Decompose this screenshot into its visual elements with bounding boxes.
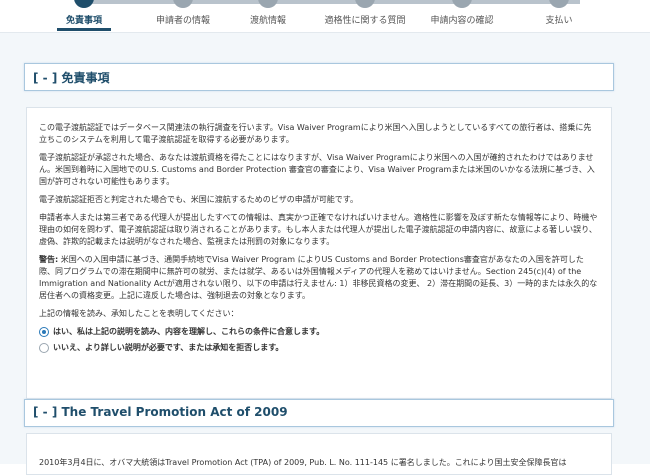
step-number: 6 [549, 0, 569, 8]
warning-paragraph: 警告: 米国への入国申請に基づき、通関手続地でVisa Waiver Progr… [39, 254, 599, 302]
step-number: 3 [258, 0, 278, 8]
main-content: [ - ] 免責事項 この電子渡航認証ではデータベース関連法の執行調査を行います… [0, 33, 650, 475]
collapse-toggle[interactable]: [ - ] [33, 405, 57, 419]
step-label: 申請内容の確認 [430, 16, 494, 26]
section-header-tpa[interactable]: [ - ] The Travel Promotion Act of 2009 [24, 399, 614, 427]
progress-steps: 1 免責事項 2 申請者の情報 3 渡航情報 4 適格性に関する質問 5 申請内… [0, 0, 650, 33]
step-label: 免責事項 [65, 16, 102, 26]
step-number: 1 [74, 0, 94, 8]
disclaimer-card: この電子渡航認証ではデータベース関連法の執行調査を行います。Visa Waive… [26, 107, 612, 399]
step-label: 支払い [545, 16, 573, 26]
section-title-text: 免責事項 [61, 71, 110, 85]
warning-text: 米国への入国申請に基づき、通関手続地でVisa Waiver Program に… [39, 255, 598, 300]
confirm-prompt: 上記の情報を読み、承知したことを表明してください： [39, 309, 239, 318]
step-number: 4 [355, 0, 375, 8]
step-number: 2 [173, 0, 193, 8]
disclaimer-paragraph: 電子渡航認証拒否と判定された場合でも、米国に渡航するためのビザの申請が可能です。 [39, 195, 358, 204]
option-decline-label[interactable]: いいえ、より詳しい説明が必要です、または承知を拒否します。 [53, 342, 283, 354]
tpa-card: 2010年3月4日に、オバマ大統領はTravel Promotion Act (… [26, 433, 612, 475]
radio-agree[interactable] [39, 327, 49, 337]
progress-track [80, 0, 580, 4]
disclaimer-paragraph: 電子渡航認証が承認された場合、あなたは渡航資格を得たことにはなりますが、Visa… [39, 153, 595, 186]
section-header-disclaimer[interactable]: [ - ] 免責事項 [24, 63, 614, 91]
section-title: [ - ] 免責事項 [33, 69, 110, 86]
option-agree-label[interactable]: はい、私は上記の説明を読み、内容を理解し、これらの条件に合意します。 [53, 326, 324, 338]
disclaimer-paragraph: 申請者本人または第三者である代理人が提出したすべての情報は、真実かつ正確でなけれ… [39, 213, 598, 246]
disclaimer-paragraph: この電子渡航認証ではデータベース関連法の執行調査を行います。Visa Waive… [39, 123, 592, 144]
option-agree[interactable]: はい、私は上記の説明を読み、内容を理解し、これらの条件に合意します。 [39, 326, 599, 338]
step-label: 渡航情報 [249, 16, 286, 26]
active-step-underline [57, 28, 111, 31]
collapse-toggle[interactable]: [ - ] [33, 71, 57, 85]
step-label: 適格性に関する質問 [324, 16, 406, 26]
option-decline[interactable]: いいえ、より詳しい説明が必要です、または承知を拒否します。 [39, 342, 599, 354]
radio-decline[interactable] [39, 343, 49, 353]
warning-label: 警告: [39, 255, 59, 264]
step-number: 5 [452, 0, 472, 8]
tpa-paragraph: 2010年3月4日に、オバマ大統領はTravel Promotion Act (… [39, 458, 567, 467]
section-title-text: The Travel Promotion Act of 2009 [61, 405, 288, 419]
section-title: [ - ] The Travel Promotion Act of 2009 [33, 405, 288, 419]
